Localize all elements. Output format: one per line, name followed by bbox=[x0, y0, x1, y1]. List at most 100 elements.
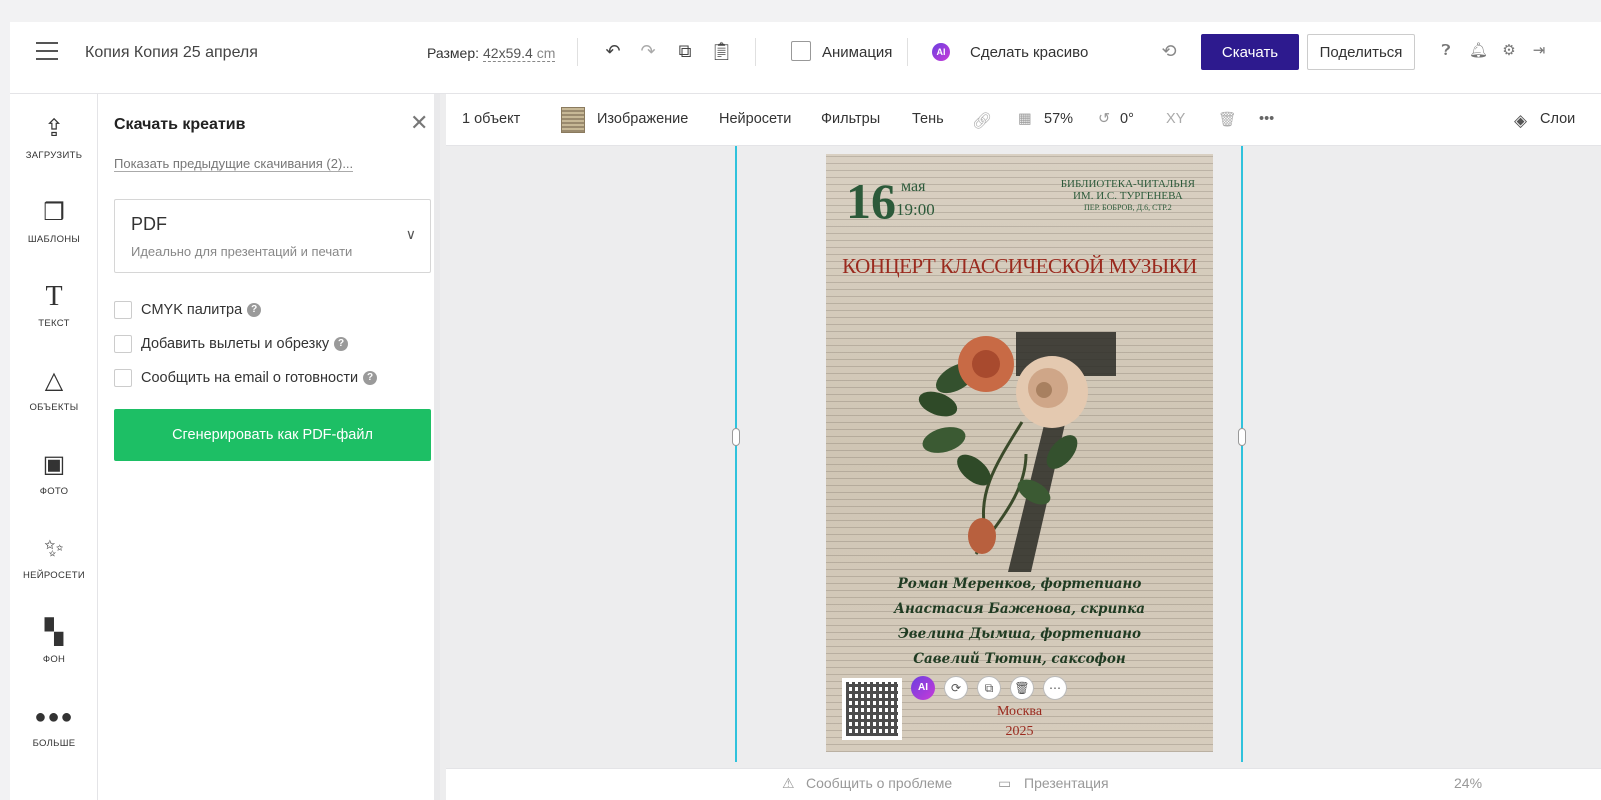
help-icon[interactable]: ❓︎ bbox=[1437, 42, 1455, 60]
bleed-checkbox[interactable] bbox=[114, 335, 132, 353]
document-title[interactable]: Копия Копия 25 апреля bbox=[85, 44, 258, 62]
previous-downloads-link[interactable]: Показать предыдущие скачивания (2)... bbox=[114, 156, 354, 172]
animation-label[interactable]: Анимация bbox=[822, 44, 892, 61]
sidebar-item-templates[interactable]: ❒ ШАБЛОНЫ bbox=[10, 198, 98, 245]
zoom-value[interactable]: 24% bbox=[1454, 775, 1482, 791]
image-thumbnail[interactable] bbox=[561, 107, 585, 133]
sidebar-item-label: ЗАГРУЗИТЬ bbox=[25, 150, 83, 161]
undo-icon[interactable]: ↶ bbox=[602, 40, 624, 62]
bell-icon[interactable]: 🔔︎ bbox=[1469, 42, 1488, 60]
trash-icon[interactable]: 🗑︎ bbox=[1010, 676, 1034, 700]
size-label: Размер: bbox=[427, 45, 480, 61]
logout-icon[interactable]: ⇥ bbox=[1530, 42, 1548, 60]
help-icon[interactable]: ? bbox=[334, 337, 349, 351]
more-icon: ●●● bbox=[34, 706, 74, 728]
sidebar-item-neural[interactable]: ✨︎ НЕЙРОСЕТИ bbox=[10, 534, 98, 581]
objects-icon: △ bbox=[44, 367, 64, 394]
trash-icon[interactable]: 🗑︎ bbox=[1218, 111, 1236, 128]
divider bbox=[577, 38, 578, 66]
menu-icon[interactable] bbox=[36, 42, 58, 60]
ai-button[interactable]: AI bbox=[911, 676, 935, 700]
magic-wand-icon: ✨︎ bbox=[44, 535, 64, 562]
resize-handle-right[interactable] bbox=[1238, 428, 1246, 446]
more-icon[interactable]: ⋯ bbox=[1043, 676, 1067, 700]
image-menu[interactable]: Изображение bbox=[597, 111, 688, 127]
ai-icon: AI bbox=[932, 43, 950, 61]
neural-menu[interactable]: Нейросети bbox=[719, 111, 791, 127]
filters-menu[interactable]: Фильтры bbox=[821, 111, 880, 127]
transparency-icon[interactable]: ▦ bbox=[1018, 111, 1032, 127]
sidebar-item-label: БОЛЬШЕ bbox=[32, 738, 76, 749]
poster-performers[interactable]: Роман Меренков, фортепиано Анастасия Баж… bbox=[826, 572, 1213, 672]
option-label: Сообщить на email о готовности bbox=[141, 370, 359, 386]
format-select[interactable]: PDF Идеально для презентаций и печати ∨ bbox=[114, 199, 431, 273]
canvas-size[interactable]: Размер: 42x59.4 cm bbox=[427, 45, 556, 62]
opacity-value[interactable]: 57% bbox=[1044, 111, 1073, 127]
bottom-bar: ⚠ Сообщить о проблеме ▭ Презентация 24% bbox=[446, 768, 1601, 800]
make-pretty-button[interactable]: Сделать красиво bbox=[970, 44, 1088, 61]
option-bleed[interactable]: Добавить вылеты и обрезку ? bbox=[114, 334, 349, 354]
email-checkbox[interactable] bbox=[114, 369, 132, 387]
report-problem-link[interactable]: Сообщить о проблеме bbox=[806, 775, 952, 791]
download-button[interactable]: Скачать bbox=[1201, 34, 1299, 70]
shadow-menu[interactable]: Тень bbox=[912, 111, 944, 127]
sidebar-item-label: ФОН bbox=[42, 654, 66, 665]
more-icon[interactable]: ••• bbox=[1259, 111, 1274, 127]
generate-pdf-button[interactable]: Сгенерировать как PDF-файл bbox=[114, 409, 431, 461]
qr-code[interactable] bbox=[842, 678, 902, 740]
duplicate-icon[interactable]: ⧉ bbox=[977, 676, 1001, 700]
gear-icon[interactable]: ⚙ bbox=[1500, 42, 1518, 60]
poster[interactable]: 16 мая 19:00 БИБЛИОТЕКА-ЧИТАЛЬНЯ ИМ. И.С… bbox=[826, 154, 1213, 752]
upload-icon: ⇪ bbox=[43, 115, 65, 142]
sidebar-item-background[interactable]: ▚ ФОН bbox=[10, 618, 98, 665]
app-window: Копия Копия 25 апреля Размер: 42x59.4 cm … bbox=[10, 22, 1601, 800]
size-value[interactable]: 42x59.4 cm bbox=[483, 45, 556, 62]
link-icon[interactable]: 🔗︎ bbox=[972, 111, 992, 131]
divider bbox=[755, 38, 756, 66]
redo-icon[interactable]: ↷ bbox=[637, 40, 659, 62]
copy-icon[interactable]: ⧉ bbox=[674, 40, 696, 62]
text-icon: T bbox=[45, 281, 63, 312]
sidebar-item-more[interactable]: ●●● БОЛЬШЕ bbox=[10, 702, 98, 749]
presentation-icon: ▭ bbox=[998, 775, 1012, 791]
help-icon[interactable]: ? bbox=[247, 303, 262, 317]
share-button[interactable]: Поделиться bbox=[1307, 34, 1415, 70]
sidebar-item-text[interactable]: T ТЕКСТ bbox=[10, 281, 98, 330]
divider bbox=[907, 38, 908, 66]
selection-guide-right bbox=[1241, 146, 1243, 762]
format-description: Идеально для презентаций и печати bbox=[131, 244, 353, 259]
sidebar-item-upload[interactable]: ⇪ ЗАГРУЗИТЬ bbox=[10, 114, 98, 161]
option-label: CMYK палитра bbox=[141, 302, 243, 318]
rotation-value[interactable]: 0° bbox=[1120, 111, 1134, 127]
xy-position[interactable]: XY bbox=[1166, 111, 1185, 127]
canvas-area[interactable]: 16 мая 19:00 БИБЛИОТЕКА-ЧИТАЛЬНЯ ИМ. И.С… bbox=[446, 146, 1601, 800]
presentation-button[interactable]: Презентация bbox=[1024, 775, 1109, 791]
layers-icon[interactable]: ◈ bbox=[1514, 111, 1527, 131]
download-panel: Скачать креатив ✕ Показать предыдущие ск… bbox=[98, 94, 440, 800]
templates-icon: ❒ bbox=[43, 199, 65, 226]
rotate-icon[interactable]: ↺ bbox=[1098, 111, 1110, 127]
top-bar: Копия Копия 25 апреля Размер: 42x59.4 cm … bbox=[10, 22, 1601, 94]
panel-title: Скачать креатив bbox=[114, 116, 246, 133]
selection-guide-left bbox=[735, 146, 737, 762]
performer-line: Эвелина Дымша, фортепиано bbox=[898, 626, 1141, 642]
sidebar-item-photo[interactable]: ▣ ФОТО bbox=[10, 450, 98, 497]
paste-icon[interactable]: 📋︎ bbox=[710, 40, 733, 62]
close-icon[interactable]: ✕ bbox=[410, 112, 428, 134]
help-icon[interactable]: ? bbox=[363, 371, 378, 385]
sidebar-item-label: НЕЙРОСЕТИ bbox=[22, 570, 86, 581]
sidebar-item-label: ТЕКСТ bbox=[38, 318, 70, 329]
replace-icon[interactable]: ⟳ bbox=[944, 676, 968, 700]
layers-button[interactable]: Слои bbox=[1540, 111, 1575, 127]
sidebar-item-objects[interactable]: △ ОБЪЕКТЫ bbox=[10, 366, 98, 413]
option-cmyk[interactable]: CMYK палитра ? bbox=[114, 300, 262, 320]
left-sidebar: ⇪ ЗАГРУЗИТЬ ❒ ШАБЛОНЫ T ТЕКСТ △ ОБЪЕКТЫ … bbox=[10, 94, 98, 800]
performer-line: Савелий Тютин, саксофон bbox=[913, 651, 1126, 667]
cmyk-checkbox[interactable] bbox=[114, 301, 132, 319]
performer-line: Роман Меренков, фортепиано bbox=[897, 576, 1142, 592]
option-email[interactable]: Сообщить на email о готовности ? bbox=[114, 368, 378, 388]
history-icon[interactable]: ⟲ bbox=[1158, 40, 1180, 62]
resize-handle-left[interactable] bbox=[732, 428, 740, 446]
sidebar-item-label: ФОТО bbox=[39, 486, 69, 497]
animation-checkbox[interactable] bbox=[791, 41, 811, 61]
